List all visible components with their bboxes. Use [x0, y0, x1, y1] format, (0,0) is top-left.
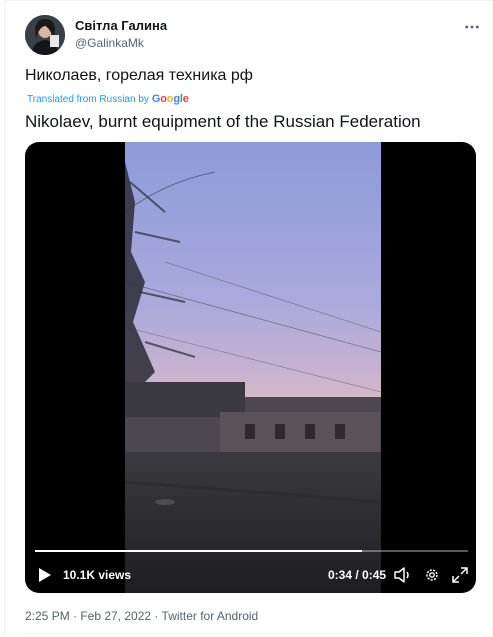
- gear-icon: [426, 569, 438, 581]
- translated-label: Translated from Russian by: [27, 93, 149, 105]
- progress-fill: [35, 550, 363, 552]
- more-horizontal-icon: [465, 25, 479, 29]
- tweet-text: Николаев, горелая техника рф: [25, 67, 253, 84]
- video-player[interactable]: 10.1K views 0:34 / 0:45: [25, 142, 476, 593]
- avatar[interactable]: [25, 15, 65, 55]
- video-time: 0:34 / 0:45: [328, 568, 387, 582]
- translation-attribution[interactable]: Translated from Russian by Google: [27, 93, 189, 105]
- tweet-card: Світла Галина @GalinkaMk Николаев, горел…: [4, 0, 493, 637]
- tweet-timestamp[interactable]: 2:25 PM · Feb 27, 2022 · Twitter for And…: [25, 609, 258, 623]
- volume-icon: [394, 567, 409, 583]
- play-icon: [39, 568, 51, 582]
- author-name[interactable]: Світла Галина: [75, 18, 167, 33]
- view-count: 10.1K views: [63, 568, 132, 582]
- play-button[interactable]: [35, 565, 55, 585]
- fullscreen-button[interactable]: [450, 565, 470, 585]
- fullscreen-icon: [452, 567, 468, 583]
- video-frame[interactable]: [125, 142, 381, 593]
- more-options-button[interactable]: [460, 15, 484, 39]
- settings-button[interactable]: [421, 565, 443, 585]
- volume-button[interactable]: [392, 565, 414, 585]
- translated-text: Nikolaev, burnt equipment of the Russian…: [25, 112, 421, 131]
- video-controls: 10.1K views 0:34 / 0:45: [25, 562, 476, 588]
- progress-bar[interactable]: [35, 550, 468, 552]
- author-handle[interactable]: @GalinkaMk: [75, 36, 144, 50]
- divider: [25, 633, 476, 634]
- google-logo: Google: [151, 93, 189, 105]
